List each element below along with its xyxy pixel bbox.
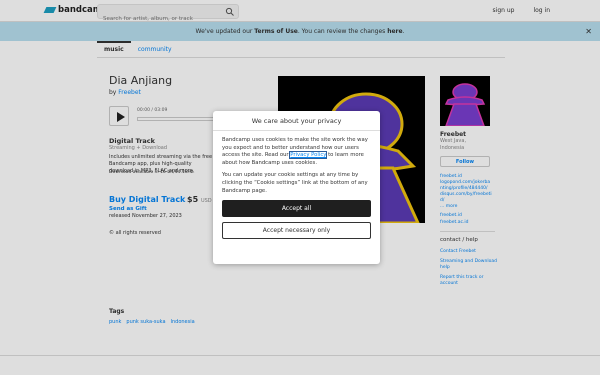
accept-all-button[interactable]: Accept all	[222, 200, 371, 218]
dialog-title: We care about your privacy	[213, 111, 380, 131]
accept-necessary-button[interactable]: Accept necessary only	[222, 222, 371, 240]
cookie-consent-dialog: We care about your privacy Bandcamp uses…	[213, 111, 380, 264]
cookie-paragraph-2: You can update your cookie settings at a…	[222, 172, 368, 194]
privacy-policy-link[interactable]: Privacy Policy	[289, 151, 328, 160]
dialog-body: Bandcamp uses cookies to make the site w…	[213, 131, 380, 195]
cookie-paragraph-1: Bandcamp uses cookies to make the site w…	[222, 137, 371, 167]
